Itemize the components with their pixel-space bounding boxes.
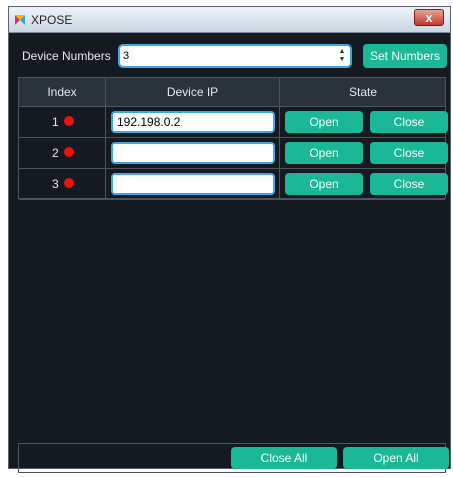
device-numbers-label: Device Numbers bbox=[22, 49, 111, 63]
ip-cell bbox=[106, 169, 280, 199]
device-ip-input[interactable] bbox=[111, 173, 275, 195]
status-dot-icon bbox=[64, 116, 74, 126]
header-state: State bbox=[348, 85, 378, 99]
close-all-button[interactable]: Close All bbox=[231, 447, 337, 469]
index-cell: 3 bbox=[19, 169, 106, 199]
device-numbers-value[interactable]: 3 bbox=[123, 50, 129, 62]
set-numbers-button[interactable]: Set Numbers bbox=[363, 44, 447, 68]
table-header: Index Device IP State bbox=[19, 78, 445, 107]
row-index: 3 bbox=[52, 177, 59, 191]
index-cell: 2 bbox=[19, 138, 106, 168]
spin-up-icon[interactable]: ▲ bbox=[338, 48, 346, 56]
close-button[interactable]: Close bbox=[370, 111, 448, 133]
table-row: 3 Open Close bbox=[19, 169, 448, 200]
table-row: 1 Open Close bbox=[19, 107, 448, 138]
close-button[interactable]: Close bbox=[370, 173, 448, 195]
xpose-logo-icon bbox=[15, 15, 25, 25]
ip-cell bbox=[106, 107, 280, 137]
table-row: 2 Open Close bbox=[19, 138, 448, 169]
device-table: Index Device IP State 1 Open Close 2 Ope bbox=[18, 77, 448, 200]
row-index: 1 bbox=[52, 115, 59, 129]
header-device-ip: Device IP bbox=[106, 78, 280, 107]
xpose-window: XPOSE x Device Numbers 3 ▲ ▼ Set Numbers… bbox=[8, 6, 451, 473]
header-index: Index bbox=[19, 78, 106, 107]
device-ip-input[interactable] bbox=[111, 111, 275, 133]
open-button[interactable]: Open bbox=[285, 173, 363, 195]
spin-down-icon[interactable]: ▼ bbox=[338, 56, 346, 64]
bottom-action-bar: Close All Open All bbox=[18, 443, 449, 473]
window-close-button[interactable]: x bbox=[414, 9, 444, 26]
row-index: 2 bbox=[52, 146, 59, 160]
device-numbers-spinbox[interactable]: 3 ▲ ▼ bbox=[118, 44, 352, 68]
window-title: XPOSE bbox=[31, 13, 73, 27]
open-button[interactable]: Open bbox=[285, 111, 363, 133]
open-all-button[interactable]: Open All bbox=[343, 447, 449, 469]
close-button[interactable]: Close bbox=[370, 142, 448, 164]
title-bar: XPOSE x bbox=[9, 7, 450, 33]
status-dot-icon bbox=[64, 147, 74, 157]
index-cell: 1 bbox=[19, 107, 106, 137]
ip-cell bbox=[106, 138, 280, 168]
device-numbers-bar: Device Numbers 3 ▲ ▼ Set Numbers bbox=[9, 33, 450, 77]
device-ip-input[interactable] bbox=[111, 142, 275, 164]
open-button[interactable]: Open bbox=[285, 142, 363, 164]
status-dot-icon bbox=[64, 178, 74, 188]
close-icon: x bbox=[425, 10, 433, 25]
